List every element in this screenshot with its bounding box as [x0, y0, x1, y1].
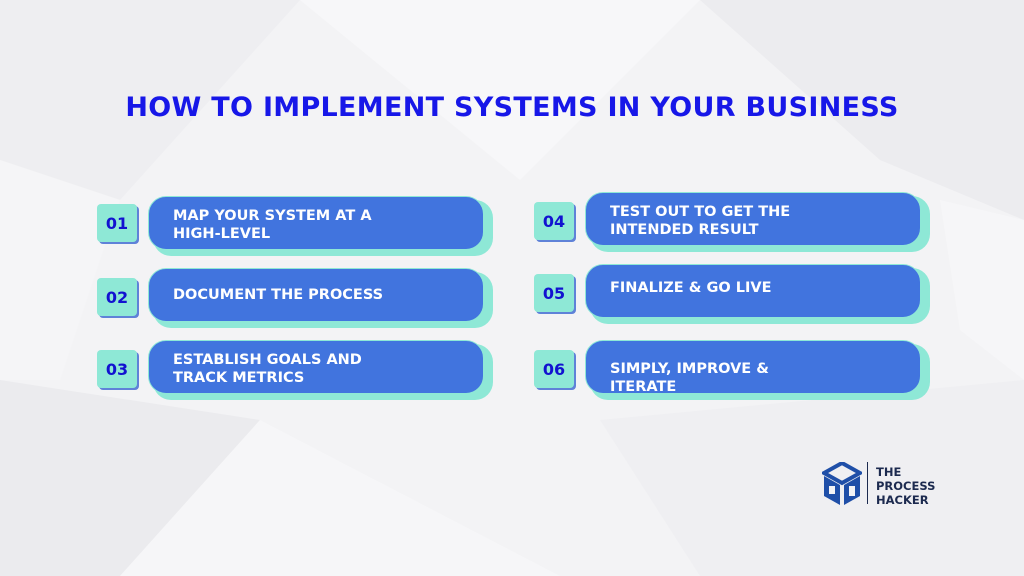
step-label: SIMPLY, IMPROVE & ITERATE: [610, 361, 769, 395]
brand-line: PROCESS: [876, 479, 936, 493]
step-05: 05 FINALIZE & GO LIVE: [534, 264, 930, 324]
step-card: FINALIZE & GO LIVE: [585, 264, 921, 318]
step-number: 06: [534, 350, 574, 388]
step-04: 04 TEST OUT TO GET THE INTENDED RESULT: [534, 192, 930, 252]
page-title: HOW TO IMPLEMENT SYSTEMS IN YOUR BUSINES…: [125, 92, 899, 123]
step-card: MAP YOUR SYSTEM AT A HIGH-LEVEL: [148, 196, 484, 250]
step-01: 01 MAP YOUR SYSTEM AT A HIGH-LEVEL: [97, 196, 493, 256]
brand-name: THE PROCESS HACKER: [876, 465, 935, 507]
step-card: DOCUMENT THE PROCESS: [148, 268, 484, 322]
step-label: DOCUMENT THE PROCESS: [173, 287, 384, 303]
step-card: ESTABLISH GOALS AND TRACK METRICS: [148, 340, 484, 394]
step-number: 02: [97, 278, 137, 316]
step-02: 02 DOCUMENT THE PROCESS: [97, 268, 493, 328]
step-03: 03 ESTABLISH GOALS AND TRACK METRICS: [97, 340, 493, 400]
step-label: TEST OUT TO GET THE INTENDED RESULT: [610, 204, 791, 238]
step-label: MAP YOUR SYSTEM AT A HIGH-LEVEL: [173, 208, 372, 242]
step-06: 06 SIMPLY, IMPROVE & ITERATE: [534, 340, 930, 400]
cube-logo-icon: [822, 462, 862, 505]
logo-divider: [867, 462, 868, 504]
step-card: TEST OUT TO GET THE INTENDED RESULT: [585, 192, 921, 246]
brand-line: HACKER: [876, 493, 929, 507]
step-label: ESTABLISH GOALS AND TRACK METRICS: [173, 352, 362, 386]
step-number: 04: [534, 202, 574, 240]
step-number: 05: [534, 274, 574, 312]
step-number: 03: [97, 350, 137, 388]
brand-line: THE: [876, 465, 902, 479]
step-number: 01: [97, 204, 137, 242]
step-card: SIMPLY, IMPROVE & ITERATE: [585, 340, 921, 395]
step-label: FINALIZE & GO LIVE: [610, 280, 772, 296]
